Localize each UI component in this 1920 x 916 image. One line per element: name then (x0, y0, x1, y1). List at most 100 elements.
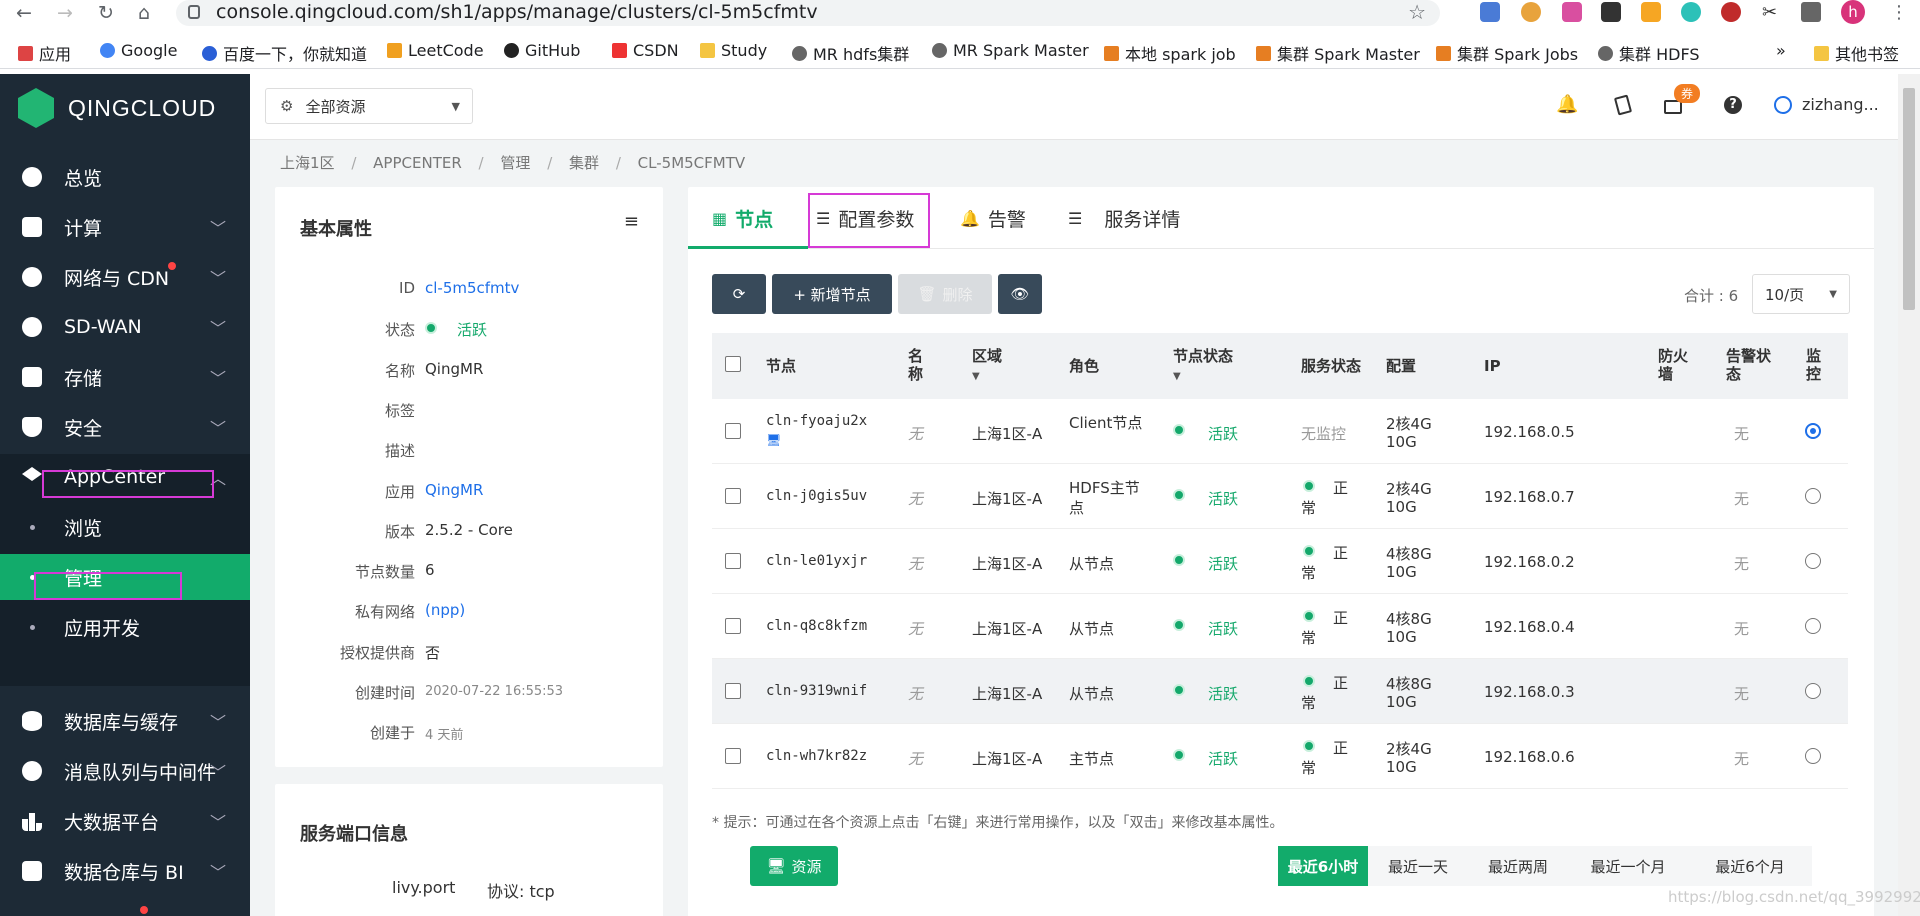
bookmark-github[interactable]: GitHub (504, 41, 580, 60)
record-ext-icon[interactable] (1721, 2, 1741, 22)
bookmarks-more[interactable]: » (1776, 41, 1786, 60)
bell-icon[interactable]: 🔔 (1556, 94, 1578, 115)
monitor-radio[interactable] (1805, 423, 1821, 439)
colorful-ext-icon[interactable] (1562, 2, 1582, 22)
address-bar[interactable]: console.qingcloud.com/sh1/apps/manage/cl… (176, 0, 1440, 26)
col-header-zone[interactable]: 区域 ▼ (972, 347, 1002, 386)
time-range-2w[interactable]: 最近两周 (1468, 846, 1568, 886)
row-checkbox[interactable] (725, 748, 741, 764)
home-icon[interactable]: ⌂ (138, 2, 150, 24)
scissors-icon[interactable]: ✂ (1762, 2, 1782, 23)
sidebar-sub-browse[interactable]: 浏览 (0, 504, 250, 550)
user-name[interactable]: zizhang... (1802, 95, 1879, 114)
table-row[interactable]: cln-j0gis5uv 无 上海1区-A HDFS主节点 活跃 正常 2核4G 10G 192… (712, 464, 1848, 529)
bookmark-baidu[interactable]: 百度一下，你就知道 (202, 41, 367, 65)
tab-service-details[interactable]: ☰ 服务详情 (1068, 187, 1180, 249)
bookmark-mr-hdfs[interactable]: MR hdfs集群 (792, 41, 909, 65)
monitor-radio[interactable] (1805, 748, 1821, 764)
forward-icon[interactable]: → (57, 2, 73, 24)
star-icon[interactable]: ☆ (1408, 0, 1426, 24)
row-checkbox[interactable] (725, 423, 741, 439)
sidebar-item-security[interactable]: 安全 ﹀ (0, 404, 250, 450)
node-id[interactable]: cln-wh7kr82z (766, 748, 867, 764)
property-value[interactable]: cl-5m5cfmtv (425, 279, 519, 297)
sidebar-item-database[interactable]: 数据库与缓存 ﹀ (0, 698, 250, 744)
table-row[interactable]: cln-wh7kr82z 无 上海1区-A 主节点 活跃 正常 2核4G 10G 192.168… (712, 724, 1848, 789)
download-ext-icon[interactable] (1641, 2, 1661, 22)
refresh-button[interactable]: ⟳ (712, 274, 766, 314)
row-checkbox[interactable] (725, 618, 741, 634)
bookmark-csdn[interactable]: CSDN (612, 41, 679, 60)
delete-button[interactable]: 🗑 删除 (898, 274, 992, 314)
bookmark-google[interactable]: Google (100, 41, 177, 60)
bookmark-cluster-hdfs[interactable]: 集群 HDFS (1598, 41, 1700, 65)
sidebar-item-mq[interactable]: 消息队列与中间件 ﹀ (0, 748, 250, 794)
logo[interactable]: QINGCLOUD (18, 88, 216, 128)
translate-ext-icon[interactable] (1480, 2, 1500, 22)
sidebar-item-overview[interactable]: 总览 (0, 154, 250, 200)
table-row[interactable]: cln-fyoaju2x 🖥 无 上海1区-A Client节点 活跃 无监控 2核4G 10G… (712, 399, 1848, 464)
node-id[interactable]: cln-j0gis5uv (766, 488, 867, 504)
profile-avatar[interactable]: h (1841, 0, 1865, 24)
sidebar-item-compute[interactable]: 计算 ﹀ (0, 204, 250, 250)
node-id[interactable]: cln-fyoaju2x (766, 413, 867, 429)
sidebar-item-storage[interactable]: 存储 ﹀ (0, 354, 250, 400)
sidebar-item-warehouse[interactable]: 数据仓库与 BI ﹀ (0, 848, 250, 894)
scrollbar-thumb[interactable] (1903, 88, 1915, 310)
menu-icon[interactable]: ⋮ (1890, 2, 1910, 23)
dark-ext-icon[interactable] (1601, 2, 1621, 22)
tab-nodes[interactable]: ▦ 节点 (712, 187, 773, 249)
node-id[interactable]: cln-q8c8kfzm (766, 618, 867, 634)
ticket-icon[interactable] (1613, 94, 1633, 116)
table-row[interactable]: cln-q8c8kfzm 无 上海1区-A 从节点 活跃 正常 4核8G 10G 192.168… (712, 594, 1848, 659)
time-range-1m[interactable]: 最近一个月 (1568, 846, 1688, 886)
monitor-radio[interactable] (1805, 488, 1821, 504)
bookmark-study[interactable]: Study (700, 41, 767, 60)
add-node-button[interactable]: + 新增节点 (772, 274, 892, 314)
bookmark-leetcode[interactable]: LeetCode (387, 41, 484, 60)
scrollbar[interactable] (1898, 74, 1920, 916)
table-row[interactable]: cln-le01yxjr 无 上海1区-A 从节点 活跃 正常 4核8G 10G 192.168… (712, 529, 1848, 594)
back-icon[interactable]: ← (16, 2, 32, 24)
node-id[interactable]: cln-9319wnif (766, 683, 867, 699)
monitor-radio[interactable] (1805, 618, 1821, 634)
reload-icon[interactable]: ↻ (98, 2, 114, 24)
sidebar-item-bigdata[interactable]: 大数据平台 ﹀ (0, 798, 250, 844)
time-range-1d[interactable]: 最近一天 (1368, 846, 1468, 886)
menu-icon[interactable]: ≡ (624, 211, 639, 232)
breadcrumb-item[interactable]: 上海1区 (280, 154, 335, 172)
time-range-6h[interactable]: 最近6小时 (1278, 846, 1368, 886)
puzzle-icon[interactable] (1801, 2, 1821, 22)
resource-button[interactable]: 🖥 资源 (750, 846, 838, 886)
row-checkbox[interactable] (725, 488, 741, 504)
sidebar-item-network[interactable]: 网络与 CDN ﹀ (0, 254, 250, 300)
bookmark-spark-jobs[interactable]: 集群 Spark Jobs (1436, 41, 1578, 65)
monitor-radio[interactable] (1805, 553, 1821, 569)
sidebar-item-sdwan[interactable]: SD-WAN ﹀ (0, 304, 250, 350)
view-button[interactable]: 👁 (998, 274, 1042, 314)
breadcrumb-item[interactable]: 管理 (500, 154, 530, 172)
property-value[interactable]: QingMR (425, 481, 483, 499)
page-size-select[interactable]: 10/页 ▼ (1752, 274, 1850, 314)
bookmark-mr-spark[interactable]: MR Spark Master (932, 41, 1089, 60)
chrome-ext-icon[interactable] (1521, 2, 1541, 22)
select-all-checkbox[interactable] (725, 356, 741, 372)
teal-ext-icon[interactable] (1681, 2, 1701, 22)
tab-alarm[interactable]: 🔔 告警 (960, 187, 1026, 249)
time-range-6m[interactable]: 最近6个月 (1688, 846, 1812, 886)
property-value[interactable]: (npp) (425, 601, 465, 619)
bookmark-local-spark[interactable]: 本地 spark job (1104, 41, 1236, 65)
bookmark-apps[interactable]: 应用 (18, 41, 71, 65)
help-icon[interactable]: ? (1724, 96, 1742, 114)
col-header-node-status[interactable]: 节点状态 ▼ (1173, 347, 1233, 386)
table-row[interactable]: cln-9319wnif 无 上海1区-A 从节点 活跃 正常 4核8G 10G 192.168… (712, 659, 1848, 724)
node-id[interactable]: cln-le01yxjr (766, 553, 867, 569)
bookmark-other[interactable]: 其他书签 (1814, 41, 1899, 65)
bookmark-cluster-spark[interactable]: 集群 Spark Master (1256, 41, 1420, 65)
monitor-radio[interactable] (1805, 683, 1821, 699)
breadcrumb-item[interactable]: 集群 (569, 154, 599, 172)
sidebar-sub-appdev[interactable]: 应用开发 (0, 604, 250, 650)
row-checkbox[interactable] (725, 683, 741, 699)
breadcrumb-item[interactable]: APPCENTER (373, 154, 462, 172)
row-checkbox[interactable] (725, 553, 741, 569)
